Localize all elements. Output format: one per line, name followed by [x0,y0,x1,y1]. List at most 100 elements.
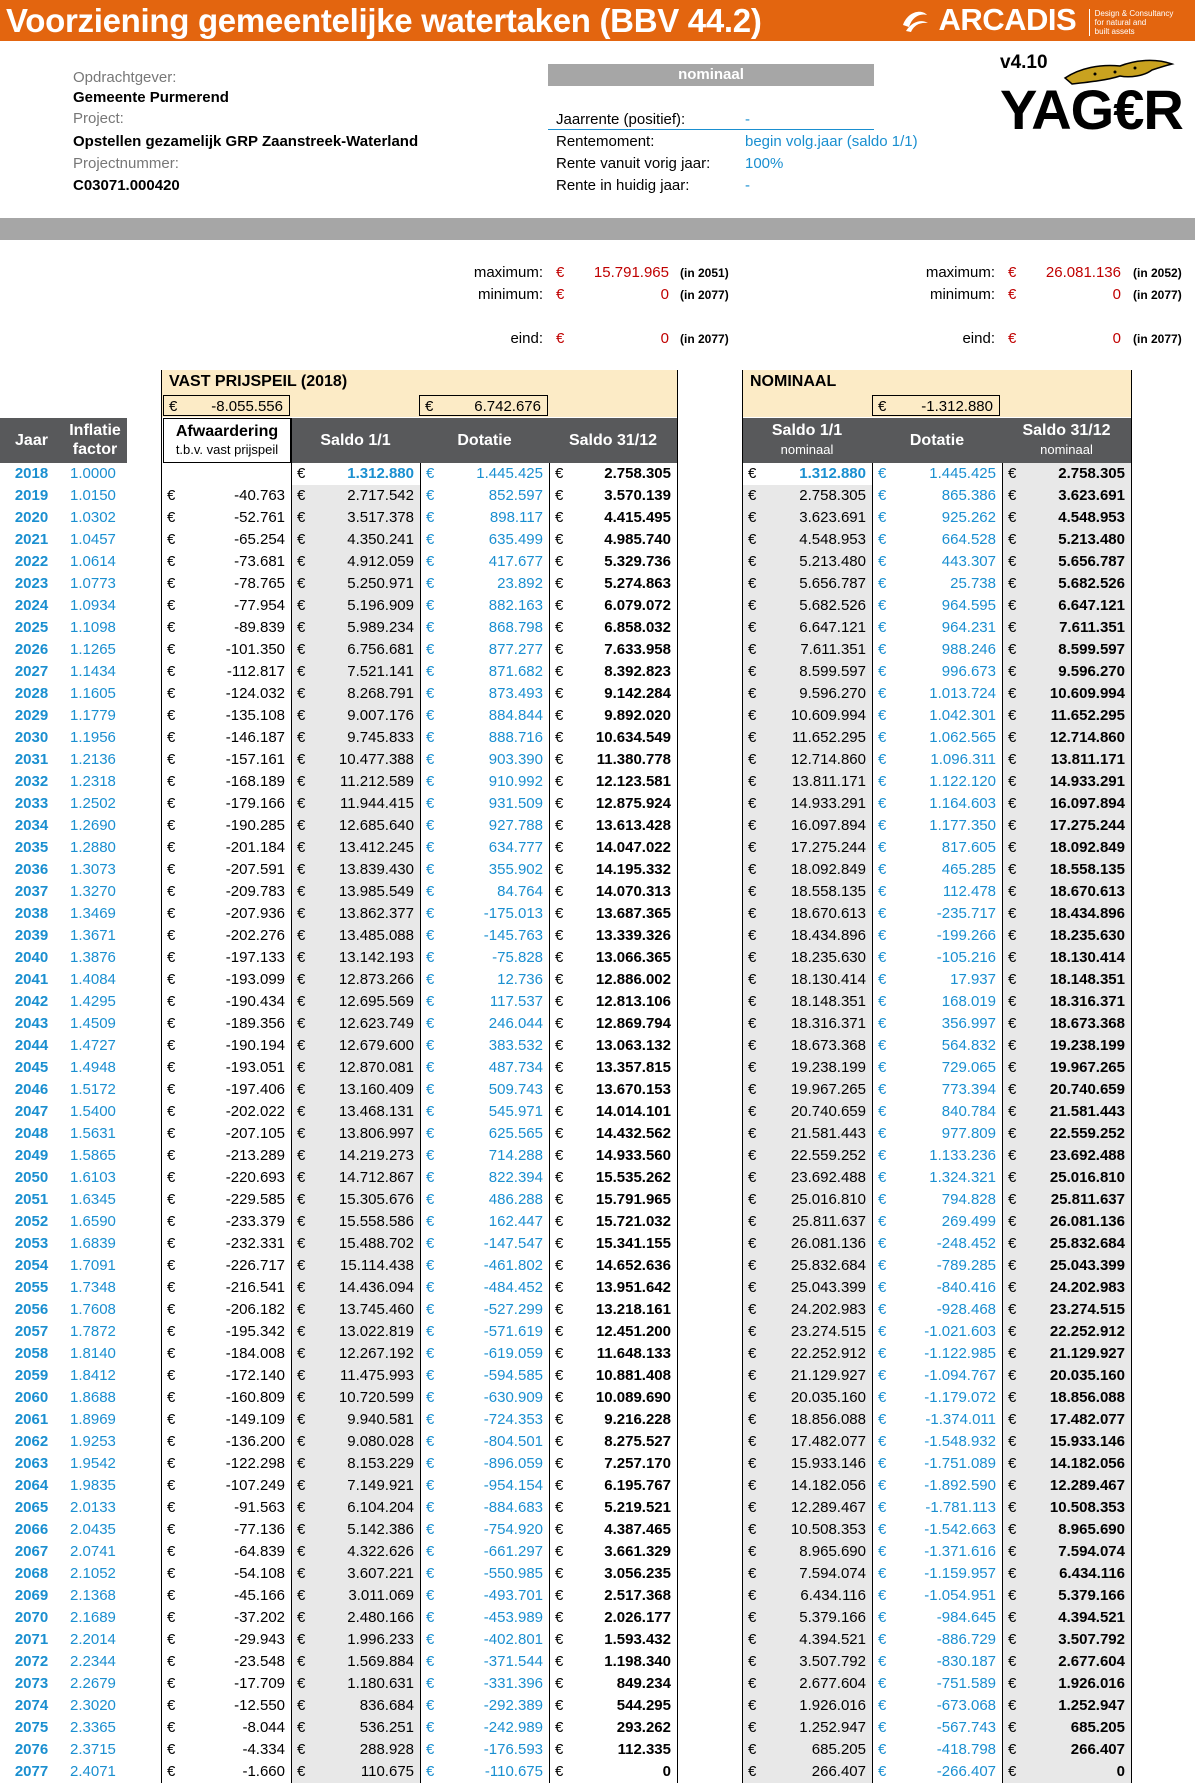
currency-symbol: € [748,1763,757,1780]
max-label: maximum: [473,264,543,281]
nom-saldo11-cell: 14.933.291 [790,795,866,812]
nom-dotatie-cell: 840.784 [941,1103,996,1120]
currency-symbol: € [555,883,564,900]
grid-line [291,418,292,1783]
currency-symbol: € [748,971,757,988]
currency-symbol: € [167,1499,176,1516]
saldo11-cell: 12.873.266 [338,971,414,988]
year-cell: 2061 [14,1411,49,1428]
currency-symbol: € [167,509,176,526]
inflation-cell: 1.4084 [70,971,116,988]
dotatie-cell: -724.353 [483,1411,543,1428]
table-row: 2018 1.0000 €1.312.880 €1.445.425 €2.758.305… [0,463,1195,485]
saldo11-cell: 288.928 [359,1741,414,1758]
setting-value[interactable]: - [745,177,750,194]
currency-symbol: € [167,1367,176,1384]
saldo3112-cell: 12.886.002 [595,971,671,988]
currency-symbol: € [878,1609,887,1626]
currency-symbol: € [297,1279,306,1296]
currency-symbol: € [878,619,887,636]
currency-symbol: € [426,575,435,592]
nom-saldo3112-cell: 4.548.953 [1058,509,1125,526]
afwaardering-cell: -17.709 [234,1675,285,1692]
nom-dotatie-cell: 773.394 [941,1081,996,1098]
currency-symbol: € [1008,531,1017,548]
currency-symbol: € [1008,465,1017,482]
table-row: 2035 1.2880 € -201.184 €13.412.245 €634.777 €1… [0,837,1195,859]
max-year: (in 2052) [1133,266,1182,280]
setting-value[interactable]: begin volg.jaar (saldo 1/1) [745,133,918,150]
nom-saldo3112-cell: 18.130.414 [1049,949,1125,966]
afwaardering-cell: -107.249 [225,1477,285,1494]
currency-symbol: € [748,1257,757,1274]
currency-symbol: € [555,1213,564,1230]
currency-symbol: € [167,1609,176,1626]
currency-symbol: € [297,1345,306,1362]
min-value: 0 [1112,286,1121,303]
currency-symbol: € [426,927,435,944]
nom-saldo3112-cell: 21.581.443 [1049,1103,1125,1120]
currency-symbol: € [878,927,887,944]
currency-symbol: € [748,1191,757,1208]
nom-saldo11-cell: 25.043.399 [790,1279,866,1296]
setting-value[interactable]: - [745,111,750,128]
currency-symbol: € [748,861,757,878]
currency-symbol: € [167,1037,176,1054]
currency-symbol: € [1008,1037,1017,1054]
saldo3112-cell: 112.335 [617,1741,671,1758]
currency-symbol: € [426,1719,435,1736]
currency-symbol: € [297,1543,306,1560]
nom-saldo3112-cell: 23.274.515 [1049,1301,1125,1318]
currency-symbol: € [426,1059,435,1076]
saldo3112-cell: 12.123.581 [595,773,671,790]
nom-dotatie-cell: -751.589 [936,1675,996,1692]
nom-saldo11-cell: 8.599.597 [799,663,866,680]
currency-symbol: € [426,773,435,790]
currency-symbol: € [555,597,564,614]
nom-saldo3112-cell: 8.965.690 [1058,1521,1125,1538]
nom-dotatie-cell: 925.262 [941,509,996,526]
nom-saldo3112-cell: 7.611.351 [1059,619,1125,636]
inflation-cell: 1.0150 [70,487,116,504]
nom-saldo11-cell: 20.035.160 [790,1389,866,1406]
nom-saldo3112-cell: 12.714.860 [1049,729,1125,746]
saldo3112-cell: 5.274.863 [604,575,671,592]
currency-symbol: € [748,1631,757,1648]
dotatie-cell: -804.501 [483,1433,543,1450]
currency-symbol: € [555,1235,564,1252]
arcadis-swoosh-icon [900,5,930,40]
currency-symbol: € [1008,1763,1017,1780]
currency-symbol: € [426,1125,435,1142]
saldo3112-cell: 5.219.521 [604,1499,671,1516]
afwaardering-cell: -8.044 [242,1719,285,1736]
inflation-cell: 1.1779 [70,707,116,724]
currency-symbol: € [878,707,887,724]
inflation-cell: 2.3020 [70,1697,116,1714]
table-row: 2068 2.1052 € -54.108 €3.607.221 € -550.985 €3.… [0,1563,1195,1585]
mode-selector[interactable]: nominaal [548,64,874,86]
nom-saldo11-cell: 23.692.488 [790,1169,866,1186]
currency-symbol: € [297,751,306,768]
currency-symbol: € [297,663,306,680]
saldo11-cell: 6.104.204 [347,1499,414,1516]
saldo11-cell: 15.114.438 [340,1257,414,1274]
inflation-cell: 1.6839 [70,1235,116,1252]
table-row: 2028 1.1605 € -124.032 €8.268.791 €873.493 €9.… [0,683,1195,705]
table-row: 2076 2.3715 € -4.334 €288.928 € -176.593 €112.3… [0,1739,1195,1761]
currency-symbol: € [556,286,565,303]
year-cell: 2072 [14,1653,49,1670]
afwaardering-cell: -29.943 [234,1631,285,1648]
saldo11-cell: 1.312.880 [347,465,414,482]
currency-symbol: € [555,1191,564,1208]
setting-value[interactable]: 100% [745,155,783,172]
currency-symbol: € [297,1631,306,1648]
year-cell: 2067 [14,1543,49,1560]
dotatie-cell: 23.892 [497,575,543,592]
dotatie-cell: 1.445.425 [476,465,543,482]
year-cell: 2051 [14,1191,49,1208]
currency-symbol: € [555,1587,564,1604]
dotatie-cell: 714.288 [488,1147,543,1164]
currency-symbol: € [555,1367,564,1384]
currency-symbol: € [555,905,564,922]
nom-saldo3112-cell: 20.035.160 [1049,1367,1125,1384]
